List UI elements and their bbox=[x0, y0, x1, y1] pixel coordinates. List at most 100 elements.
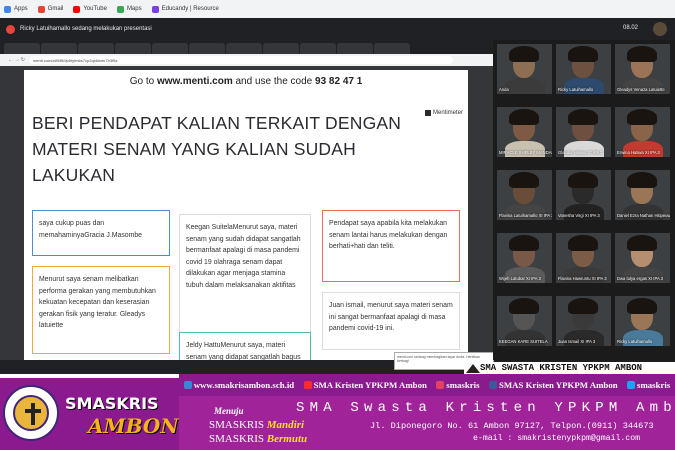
participant-name: Juan Ismail XI IPA 3 bbox=[558, 339, 596, 344]
address-bar: ← → ↻ menti.com/al9t3fk9p5tyfm6s7cp2qx6w… bbox=[0, 54, 493, 66]
participant-name: Wijeh Latubar XI IPA 3 bbox=[499, 276, 541, 281]
meet-top-right: 08.02 bbox=[493, 18, 675, 40]
school-name: SMA Swasta Kristen YPKPM Ambon bbox=[296, 400, 675, 416]
school-address: Jl. Diponegoro No. 61 Ambon 97127, Telpo… bbox=[370, 421, 654, 431]
participant-name: Daniel Ezra Nathan Hitipeuw bbox=[617, 213, 670, 218]
participant-video bbox=[568, 298, 598, 314]
participant-tile[interactable]: MIRACLE SHELBY MANDANGE bbox=[497, 107, 552, 157]
participant-video bbox=[568, 235, 598, 251]
participant-name: Anda bbox=[499, 87, 509, 92]
participant-name: Glaudia Hatiwa XI IPA 3 bbox=[558, 150, 603, 155]
globe-icon bbox=[183, 381, 192, 389]
bookmark-2[interactable]: YouTube bbox=[73, 5, 107, 13]
bookmark-3[interactable]: Maps bbox=[116, 5, 142, 13]
participant-name: Dwa tulya ergas XI IPA 3 bbox=[617, 276, 664, 281]
participant-tile[interactable]: Flavina Latuihamallo XI IPA 3 bbox=[497, 170, 552, 220]
browser-tab[interactable] bbox=[115, 43, 151, 54]
avatar[interactable] bbox=[653, 22, 667, 36]
join-instructions: Go to www.menti.com and use the code 93 … bbox=[129, 76, 363, 87]
participant-tile[interactable]: Dwa tulya ergas XI IPA 3 bbox=[615, 233, 670, 283]
participant-tile[interactable]: Flavina Hawruntu XI IPA 3 bbox=[556, 233, 611, 283]
bookmark-0[interactable]: Apps bbox=[4, 5, 28, 13]
browser-tab[interactable] bbox=[41, 43, 77, 54]
browser-tab[interactable] bbox=[4, 43, 40, 54]
participant-video bbox=[509, 298, 539, 314]
slide-title: BERI PENDAPAT KALIAN TERKAIT DENGAN MATE… bbox=[32, 113, 402, 185]
menuju-label: Menuju bbox=[214, 406, 244, 416]
response-card: Keegan SuitelaMenurut saya, materi senam… bbox=[179, 214, 311, 338]
school-email: e-mail : smakristenypkpm@gmail.com bbox=[473, 434, 641, 443]
participant-name: Ricky Latuihamallo bbox=[558, 87, 594, 92]
participant-tile[interactable]: Juan Ismail XI IPA 3 bbox=[556, 296, 611, 346]
clock: 08.02 bbox=[623, 25, 639, 31]
twitter-icon bbox=[627, 381, 636, 389]
response-card: Menurut saya senam melibatkan performa g… bbox=[32, 266, 170, 354]
social-link[interactable]: SMA Kristen YPKPM Ambon bbox=[303, 380, 427, 390]
participant-video bbox=[627, 172, 657, 188]
educandy-icon bbox=[151, 5, 159, 13]
browser-tab[interactable] bbox=[152, 43, 188, 54]
browser-tab[interactable] bbox=[263, 43, 299, 54]
participant-tile[interactable]: Vanesha Virgi XI IPA 3 bbox=[556, 170, 611, 220]
social-link[interactable]: smaskris bbox=[436, 380, 480, 390]
browser-tabs bbox=[0, 40, 493, 54]
social-link[interactable]: smaskris bbox=[627, 380, 670, 390]
participant-tile[interactable]: Ricky Latuihamallo bbox=[556, 44, 611, 94]
participant-tile[interactable]: Glaudia Hatiwa XI IPA 3 bbox=[556, 107, 611, 157]
maps-icon bbox=[116, 5, 124, 13]
response-card: Juan ismail, menurut saya materi senam i… bbox=[322, 292, 460, 350]
participant-tile[interactable]: Erwina Hatiwa XI IPA 3 bbox=[615, 107, 670, 157]
browser-tab[interactable] bbox=[78, 43, 114, 54]
participant-tile[interactable]: Daniel Ezra Nathan Hitipeuw bbox=[615, 170, 670, 220]
mentimeter-icon bbox=[424, 110, 431, 116]
browser-tab[interactable] bbox=[337, 43, 373, 54]
bookmarks-bar: Apps Gmail YouTube Maps Educandy | Resource bbox=[0, 0, 675, 18]
social-link[interactable]: SMAS Kristen YPKPM Ambon bbox=[488, 380, 618, 390]
browser-tab[interactable] bbox=[226, 43, 262, 54]
participant-tile[interactable]: Anda bbox=[497, 44, 552, 94]
participant-video bbox=[509, 235, 539, 251]
bookmark-1[interactable]: Gmail bbox=[37, 5, 63, 13]
youtube-icon bbox=[73, 5, 81, 13]
participant-name: Flavina Hawruntu XI IPA 3 bbox=[558, 276, 607, 281]
browser-tab[interactable] bbox=[300, 43, 336, 54]
instagram-icon bbox=[436, 381, 445, 389]
participant-name: Gleadys Venaza Latuiette bbox=[617, 87, 665, 92]
browser-tab[interactable] bbox=[374, 43, 410, 54]
participant-video bbox=[568, 172, 598, 188]
youtube-icon bbox=[303, 381, 312, 389]
social-link[interactable]: www.smakrisambon.sch.id bbox=[183, 380, 294, 390]
participant-tile[interactable]: Wijeh Latubar XI IPA 3 bbox=[497, 233, 552, 283]
presenting-icon bbox=[6, 24, 15, 34]
participant-name: Vanesha Virgi XI IPA 3 bbox=[558, 213, 600, 218]
bookmark-4[interactable]: Educandy | Resource bbox=[151, 5, 219, 13]
menti-site: www.menti.com bbox=[156, 76, 233, 87]
participant-video bbox=[627, 298, 657, 314]
ambon-title: AMBON bbox=[88, 414, 179, 438]
back-icon[interactable]: ← → ↻ bbox=[8, 57, 25, 63]
participant-grid: Anda Ricky Latuihamallo Gleadys Venaza Lat… bbox=[493, 40, 675, 360]
participant-name: Erwina Hatiwa XI IPA 3 bbox=[617, 150, 660, 155]
participant-video bbox=[509, 172, 539, 188]
participant-tile[interactable]: Ricky Latuihamallo bbox=[615, 296, 670, 346]
participant-tile[interactable]: Gleadys Venaza Latuiette bbox=[615, 44, 670, 94]
participant-tile[interactable]: KEEGAN KARE SUITELA bbox=[497, 296, 552, 346]
participant-video bbox=[509, 109, 539, 125]
shared-screen: ← → ↻ menti.com/al9t3fk9p5tyfm6s7cp2qx6w… bbox=[0, 40, 493, 360]
motto-bermutu: SMASKRIS Bermutu bbox=[209, 433, 308, 445]
school-ticker: SMA SWASTA KRISTEN YPKPM AMBON bbox=[464, 362, 675, 374]
participant-video bbox=[568, 109, 598, 125]
participant-video bbox=[627, 46, 657, 62]
presenter-text: Ricky Latuihamallo sedang melakukan pres… bbox=[20, 26, 152, 32]
participant-video bbox=[627, 109, 657, 125]
url-field[interactable]: menti.com/al9t3fk9p5tyfm6s7cp2qx6wmr7h3f… bbox=[28, 56, 453, 64]
motto-mandiri: SMASKRIS Mandiri bbox=[209, 419, 305, 431]
browser-tab[interactable] bbox=[189, 43, 225, 54]
menti-code: 93 82 47 1 bbox=[315, 76, 363, 87]
participant-name: MIRACLE SHELBY MANDANGE bbox=[499, 150, 552, 155]
response-card: saya cukup puas dan memahaminyaGracia J.… bbox=[32, 210, 170, 256]
participant-video bbox=[568, 46, 598, 62]
participant-name: Ricky Latuihamallo bbox=[617, 339, 653, 344]
participant-body bbox=[505, 78, 545, 94]
participant-name: Flavina Latuihamallo XI IPA 3 bbox=[499, 213, 552, 218]
